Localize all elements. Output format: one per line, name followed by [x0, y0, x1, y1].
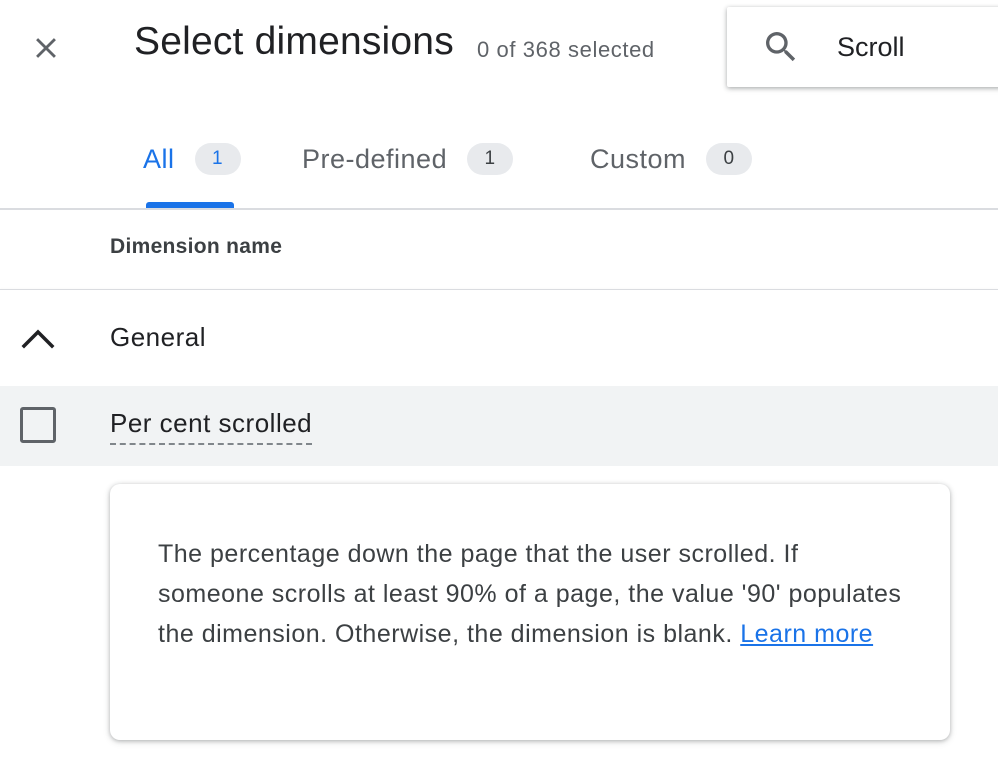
tooltip-text-block: The percentage down the page that the us…	[158, 534, 902, 654]
select-dimensions-dialog: Select dimensions 0 of 368 selected All …	[0, 0, 998, 762]
tab-custom[interactable]: Custom 0	[590, 120, 753, 208]
learn-more-link[interactable]: Learn more	[740, 620, 873, 648]
column-header-dimension-name: Dimension name	[110, 235, 283, 258]
close-icon	[36, 38, 56, 58]
chevron-up-icon	[21, 329, 55, 349]
active-tab-indicator	[146, 202, 234, 208]
tab-all[interactable]: All 1	[143, 120, 241, 208]
tab-custom-count: 0	[706, 143, 753, 175]
group-row-general: General	[0, 289, 998, 386]
dimension-checkbox[interactable]	[20, 407, 56, 443]
tab-pre-defined-count: 1	[467, 143, 514, 175]
search-box	[727, 7, 998, 87]
tab-all-label: All	[143, 143, 175, 174]
page-title: Select dimensions	[134, 20, 454, 63]
dimension-tooltip: The percentage down the page that the us…	[110, 484, 950, 740]
group-toggle-button[interactable]	[14, 316, 62, 364]
dimension-row[interactable]: Per cent scrolled	[0, 386, 998, 466]
search-input[interactable]	[837, 27, 997, 67]
tab-bar: All 1 Pre-defined 1 Custom 0	[0, 120, 998, 210]
dimension-label[interactable]: Per cent scrolled	[110, 408, 313, 445]
tab-all-count: 1	[194, 143, 241, 175]
selected-count: 0 of 368 selected	[477, 37, 655, 62]
tab-pre-defined-label: Pre-defined	[302, 143, 448, 174]
group-label: General	[110, 322, 206, 352]
close-button[interactable]	[22, 24, 70, 72]
tab-pre-defined[interactable]: Pre-defined 1	[302, 120, 514, 208]
search-icon	[766, 32, 796, 62]
tab-custom-label: Custom	[590, 143, 687, 174]
